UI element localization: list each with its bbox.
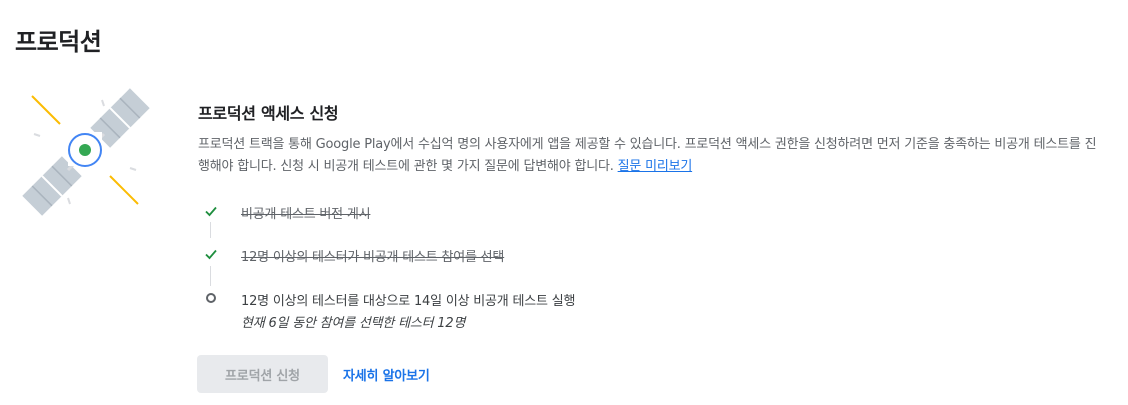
check-icon <box>202 202 220 220</box>
preview-questions-link[interactable]: 질문 미리보기 <box>618 159 693 174</box>
step-connector <box>210 266 211 286</box>
step-label: 12명 이상의 테스터를 대상으로 14일 이상 비공개 테스트 실행 <box>241 294 576 309</box>
page-title: 프로덕션 <box>15 28 102 56</box>
step-label: 12명 이상의 테스터가 비공개 테스트 참여를 선택 <box>241 250 505 265</box>
learn-more-link[interactable]: 자세히 알아보기 <box>343 365 430 384</box>
check-icon <box>202 245 220 263</box>
pending-circle-icon <box>202 289 220 307</box>
step-connector <box>210 222 211 238</box>
beam-bottom-right <box>109 175 139 205</box>
satellite-illustration <box>22 88 150 216</box>
step-label: 비공개 테스트 버전 게시 <box>241 207 371 222</box>
step-progress-detail: 현재 6일 동안 참여를 선택한 테스터 12명 <box>241 316 466 331</box>
requirements-checklist: 비공개 테스트 버전 게시 12명 이상의 테스터가 비공개 테스트 참여를 선… <box>198 196 798 336</box>
satellite-core-icon <box>79 144 91 156</box>
section-description: 프로덕션 트랙을 통해 Google Play에서 수십억 명의 사용자에게 앱… <box>198 134 1098 178</box>
section-title: 프로덕션 액세스 신청 <box>198 104 339 123</box>
beam-top-left <box>31 95 61 125</box>
apply-production-button[interactable]: 프로덕션 신청 <box>197 355 328 393</box>
